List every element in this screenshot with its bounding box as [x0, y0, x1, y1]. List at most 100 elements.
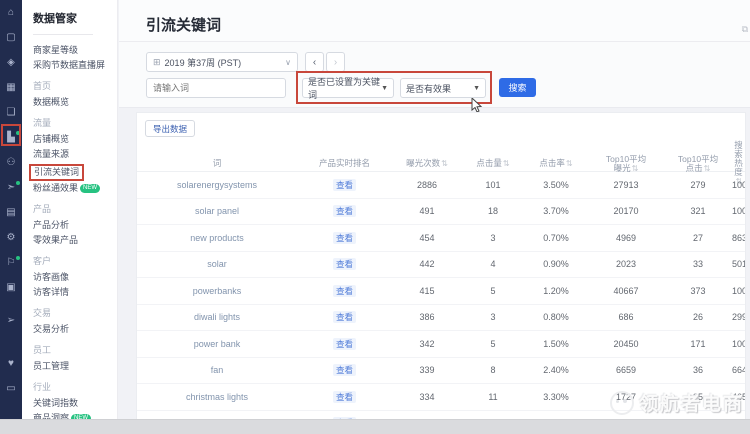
exposure-cell: 454 [392, 233, 462, 243]
sidebar-section-label: 产品 [33, 196, 117, 218]
clicks-cell: 5 [462, 339, 524, 349]
briefcase-icon[interactable]: ▣ [3, 280, 19, 296]
ctr-cell: 3.70% [524, 206, 588, 216]
send-icon[interactable]: ➢ [3, 313, 19, 329]
main-content: 引流关键词 ⧉ ⊞ 2019 第37周 (PST) ∨ ‹ › 是否已设置为关键… [119, 0, 750, 420]
rank-cell: 查看 [297, 232, 392, 244]
table-row: solar查看44240.90%202333501 [137, 252, 745, 279]
top10_exposure-cell: 2023 [588, 259, 664, 269]
view-rank-link[interactable]: 查看 [333, 364, 356, 376]
top10_clicks-cell: 321 [664, 206, 732, 216]
column-header[interactable]: 点击量⇅ [462, 159, 524, 168]
column-header: 词 [137, 159, 297, 168]
store-icon[interactable]: ▢ [3, 30, 19, 46]
keyword-search-input[interactable] [146, 78, 286, 98]
clipboard-icon[interactable]: ▤ [3, 205, 19, 221]
sidebar-item[interactable]: 引流关键词 [29, 164, 84, 181]
sort-icon[interactable]: ⇅ [566, 159, 573, 168]
sidebar-section-label: 员工 [33, 337, 117, 359]
sidebar-item[interactable]: 商家星等级 [33, 43, 117, 58]
column-header[interactable]: 点击率⇅ [524, 159, 588, 168]
keyword-set-dropdown[interactable]: 是否已设置为关键词 ▼ [302, 78, 394, 98]
view-rank-link[interactable]: 查看 [333, 391, 356, 403]
main-header: 引流关键词 ⧉ [119, 0, 750, 42]
sidebar-section-label: 首页 [33, 73, 117, 95]
ctr-cell: 3.30% [524, 392, 588, 402]
sidebar-item[interactable]: 访客画像 [33, 270, 117, 285]
search-button[interactable]: 搜索 [499, 78, 536, 97]
table-row: solar panel查看491183.70%201703211000 [137, 199, 745, 226]
sidebar-item[interactable]: 零效果产品 [33, 233, 117, 248]
apps-grid-icon[interactable]: ▦ [3, 80, 19, 96]
sidebar-item[interactable]: 访客详情 [33, 285, 117, 300]
top10_exposure-cell: 20170 [588, 206, 664, 216]
view-rank-link[interactable]: 查看 [333, 258, 356, 270]
next-week-button[interactable]: › [326, 52, 345, 72]
sidebar-item[interactable]: 流量来源 [33, 147, 117, 162]
export-data-button[interactable]: 导出数据 [145, 120, 195, 137]
keyword-cell: new products [137, 233, 297, 243]
view-rank-link[interactable]: 查看 [333, 338, 356, 350]
top10_clicks-cell: 171 [664, 339, 732, 349]
column-header[interactable]: Top10平均 点击⇅ [664, 155, 732, 173]
exposure-cell: 386 [392, 312, 462, 322]
sort-icon[interactable]: ⇅ [441, 159, 448, 168]
sidebar-item[interactable]: 员工管理 [33, 359, 117, 374]
bell-icon[interactable]: ⚐ [3, 255, 19, 271]
people-icon[interactable]: ⚇ [3, 155, 19, 171]
sort-icon[interactable]: ⇅ [704, 164, 711, 173]
corner-icon[interactable]: ⧉ [742, 24, 748, 35]
sidebar-section-label: 流量 [33, 110, 117, 132]
rank-cell: 查看 [297, 205, 392, 217]
week-date-picker[interactable]: ⊞ 2019 第37周 (PST) ∨ [146, 52, 298, 72]
date-picker-value: 2019 第37周 (PST) [165, 56, 242, 69]
keyword-cell: powerbanks [137, 286, 297, 296]
sidebar-item[interactable]: 采购节数据直播屏 [33, 58, 117, 73]
ctr-cell: 0.80% [524, 312, 588, 322]
keyword-cell: solar panel [137, 206, 297, 216]
view-rank-link[interactable]: 查看 [333, 205, 356, 217]
sidebar-item[interactable]: 店铺概览 [33, 132, 117, 147]
effective-dropdown-value: 是否有效果 [406, 82, 451, 95]
ctr-cell: 1.50% [524, 339, 588, 349]
sidebar-item[interactable]: 粉丝通效果NEW [33, 181, 117, 196]
home-icon[interactable]: ⌂ [3, 5, 19, 21]
exposure-cell: 442 [392, 259, 462, 269]
sidebar-item[interactable]: 数据概览 [33, 95, 117, 110]
share-icon[interactable]: ➣ [3, 180, 19, 196]
new-badge: NEW [80, 184, 100, 193]
clicks-cell: 18 [462, 206, 524, 216]
top10_clicks-cell: 27 [664, 233, 732, 243]
filter-bar: ⊞ 2019 第37周 (PST) ∨ ‹ › 是否已设置为关键词 ▼ 是否有效… [119, 42, 750, 108]
column-header[interactable]: Top10平均 曝光⇅ [588, 155, 664, 173]
table-row: powerbanks查看41551.20%406673731000 [137, 278, 745, 305]
bottom-strip [0, 419, 750, 434]
view-rank-link[interactable]: 查看 [333, 285, 356, 297]
prev-week-button[interactable]: ‹ [305, 52, 324, 72]
keyword-cell: solarenergysystems [137, 180, 297, 190]
gear-icon[interactable]: ⚙ [3, 230, 19, 246]
effective-dropdown[interactable]: 是否有效果 ▼ [400, 78, 486, 98]
sort-icon[interactable]: ⇅ [632, 164, 639, 173]
top10_clicks-cell: 33 [664, 259, 732, 269]
sort-icon[interactable]: ⇅ [503, 159, 510, 168]
chat-icon[interactable]: ❑ [3, 105, 19, 121]
top10_exposure-cell: 20450 [588, 339, 664, 349]
sidebar-item[interactable]: 产品分析 [33, 218, 117, 233]
view-rank-link[interactable]: 查看 [333, 232, 356, 244]
sidebar-item[interactable]: 交易分析 [33, 322, 117, 337]
rank-cell: 查看 [297, 311, 392, 323]
view-rank-link[interactable]: 查看 [333, 311, 356, 323]
view-rank-link[interactable]: 查看 [333, 179, 356, 191]
keyword-set-dropdown-value: 是否已设置为关键词 [308, 75, 381, 101]
heart-icon[interactable]: ♥ [3, 356, 19, 372]
exposure-cell: 2886 [392, 180, 462, 190]
bag-icon[interactable]: ▭ [3, 381, 19, 397]
keywords-table-card: 导出数据 词产品实时排名曝光次数⇅点击量⇅点击率⇅Top10平均 曝光⇅Top1… [136, 112, 746, 420]
analytics-chart-icon[interactable]: ▙ [3, 130, 19, 146]
table-header-row: 词产品实时排名曝光次数⇅点击量⇅点击率⇅Top10平均 曝光⇅Top10平均 点… [137, 141, 745, 172]
shield-icon[interactable]: ◈ [3, 55, 19, 71]
column-header[interactable]: 曝光次数⇅ [392, 159, 462, 168]
notification-dot [16, 181, 20, 185]
sidebar-item[interactable]: 关键词指数 [33, 396, 117, 411]
